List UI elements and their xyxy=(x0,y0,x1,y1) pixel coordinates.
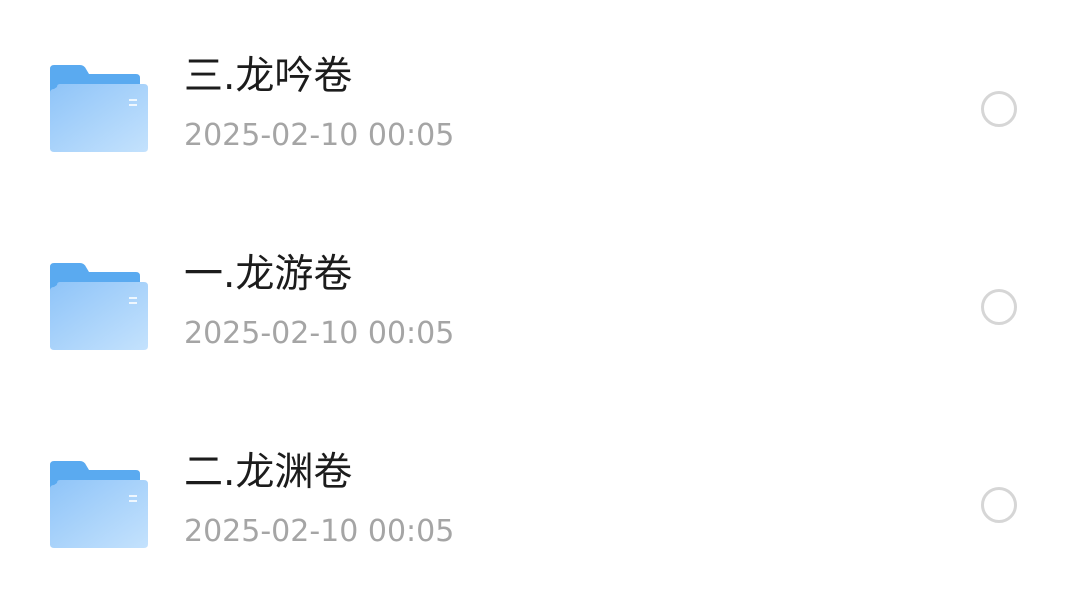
folder-icon xyxy=(48,459,150,549)
list-item[interactable]: 三.龙吟卷 2025-02-10 00:05 xyxy=(0,9,1080,207)
folder-icon xyxy=(48,63,150,153)
file-list: 三.龙吟卷 2025-02-10 00:05 一.龙游卷 2025-02-10 … xyxy=(0,0,1080,616)
file-modified-date: 2025-02-10 00:05 xyxy=(184,514,455,549)
file-modified-date: 2025-02-10 00:05 xyxy=(184,316,455,351)
list-item[interactable]: 二.龙渊卷 2025-02-10 00:05 xyxy=(0,405,1080,603)
file-modified-date: 2025-02-10 00:05 xyxy=(184,118,455,153)
select-radio[interactable] xyxy=(981,487,1017,523)
file-name: 一.龙游卷 xyxy=(184,252,353,297)
file-name: 三.龙吟卷 xyxy=(184,54,353,99)
list-item[interactable]: 一.龙游卷 2025-02-10 00:05 xyxy=(0,207,1080,405)
select-radio[interactable] xyxy=(981,289,1017,325)
select-radio[interactable] xyxy=(981,91,1017,127)
file-name: 二.龙渊卷 xyxy=(184,450,353,495)
folder-icon xyxy=(48,261,150,351)
